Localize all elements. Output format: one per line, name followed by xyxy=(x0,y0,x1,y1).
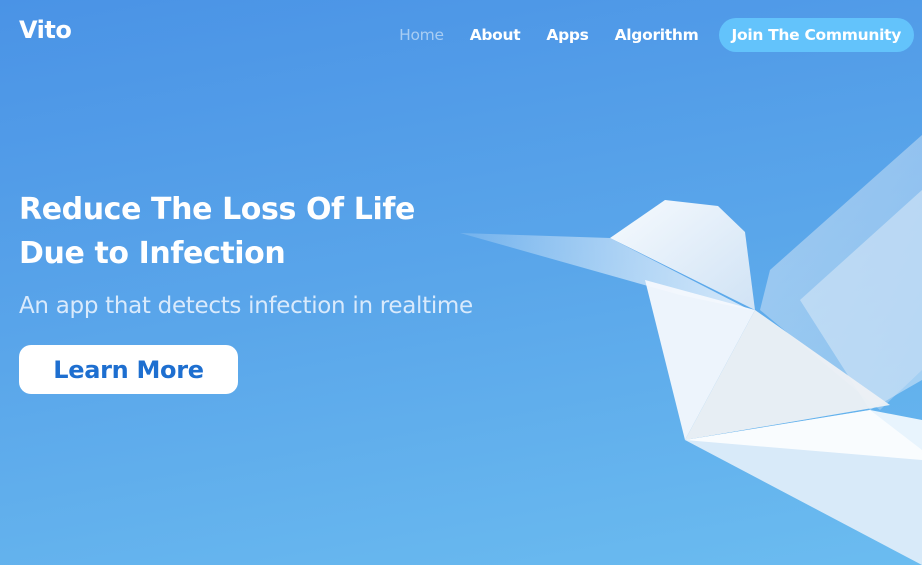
hero-subtitle: An app that detects infection in realtim… xyxy=(19,293,473,319)
join-community-button[interactable]: Join The Community xyxy=(718,18,914,52)
nav-about[interactable]: About xyxy=(470,26,521,44)
main-nav: Home About Apps Algorithm Join The Commu… xyxy=(373,18,914,52)
nav-algorithm[interactable]: Algorithm xyxy=(615,26,699,44)
nav-apps[interactable]: Apps xyxy=(546,26,589,44)
origami-bird-icon xyxy=(460,135,922,565)
hero-title: Reduce The Loss Of Life Due to Infection xyxy=(19,188,439,276)
hero-title-line1: Reduce The Loss Of Life xyxy=(19,192,415,227)
learn-more-button[interactable]: Learn More xyxy=(19,345,238,394)
nav-home[interactable]: Home xyxy=(399,26,444,44)
logo[interactable]: Vito xyxy=(19,16,72,44)
hero-title-line2: Due to Infection xyxy=(19,236,286,271)
